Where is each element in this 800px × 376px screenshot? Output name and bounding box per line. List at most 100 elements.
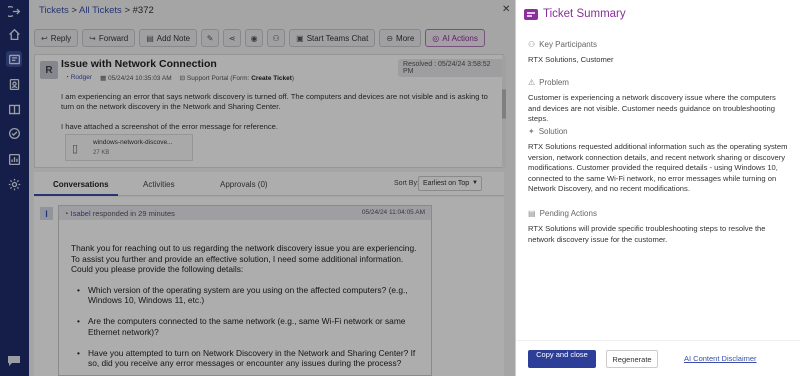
panel-title: Ticket Summary — [543, 8, 626, 20]
tab-activities[interactable]: Activities — [143, 180, 175, 189]
portal-icon: ⊟ — [179, 75, 187, 82]
tickets-icon[interactable] — [6, 51, 22, 67]
status-badge: Resolved : 05/24/24 3:58:52 PM — [398, 59, 503, 77]
question-list: Which version of the operating system ar… — [71, 285, 421, 369]
pending-heading: Pending Actions — [539, 209, 597, 218]
attachment[interactable]: ▯ windows-network-discove... 27 KB — [65, 134, 193, 161]
conversation-list: I ◔ Isabel responded in 29 minutes 05/24… — [34, 197, 504, 376]
conversation-marker: I — [40, 207, 53, 220]
contacts-icon[interactable] — [6, 76, 22, 92]
tab-bar: Conversations Activities Approvals (0) S… — [34, 172, 504, 196]
chevron-down-icon: ▼ — [472, 180, 478, 186]
message-card: ◔ Isabel responded in 29 minutes 05/24/2… — [58, 205, 432, 376]
more-label: More — [396, 33, 415, 43]
scrollbar[interactable] — [502, 55, 506, 169]
tasks-icon[interactable] — [6, 125, 22, 141]
forward-button[interactable]: ↪ Forward — [82, 29, 136, 47]
participants-text: RTX Solutions, Customer — [528, 55, 614, 64]
teams-chat-button[interactable]: ▣ Start Teams Chat — [289, 29, 376, 47]
add-user-icon: ⚇ — [272, 33, 280, 43]
file-icon: ▯ — [72, 143, 79, 155]
calendar-icon: ▦ — [100, 75, 109, 82]
chat-icon[interactable] — [7, 355, 21, 367]
home-icon[interactable] — [6, 26, 22, 42]
ticket-body-paragraph: I am experiencing an error that says net… — [61, 92, 488, 111]
share-button[interactable]: ⋖ — [223, 29, 242, 47]
watch-button[interactable]: ◉ — [245, 29, 264, 47]
list-item: Have you attempted to turn on Network Di… — [77, 348, 421, 369]
breadcrumb-separator: > — [121, 5, 133, 16]
ai-disclaimer-link[interactable]: AI Content Disclaimer — [684, 354, 757, 363]
teams-icon: ▣ — [296, 33, 304, 43]
panel-footer: Copy and close Regenerate AI Content Dis… — [516, 340, 800, 376]
more-button[interactable]: ⊖ More — [379, 29, 422, 47]
solution-heading: Solution — [538, 127, 568, 136]
left-nav — [0, 0, 29, 376]
forward-icon: ↪ — [89, 33, 96, 43]
reply-button[interactable]: ↩ Reply — [34, 29, 79, 47]
section-heading: ⚠ Problem — [528, 78, 569, 87]
ai-icon: ◎ — [432, 33, 440, 43]
attachment-size: 27 KB — [93, 150, 110, 156]
pencil-icon: ✎ — [206, 33, 214, 43]
regenerate-button[interactable]: Regenerate — [606, 350, 658, 368]
tab-conversations[interactable]: Conversations — [53, 180, 109, 189]
message-body: Thank you for reaching out to us regardi… — [71, 243, 421, 376]
pending-icon: ▤ — [528, 209, 536, 218]
breadcrumb-separator: > — [68, 5, 80, 16]
portal-suffix: ) — [291, 75, 295, 82]
people-icon: ⚇ — [528, 40, 536, 49]
add-note-button[interactable]: ▤ Add Note — [139, 29, 198, 47]
add-user-button[interactable]: ⚇ — [267, 29, 286, 47]
message-paragraph: Thank you for reaching out to us regardi… — [71, 243, 417, 274]
agent-name[interactable]: Isabel — [71, 209, 91, 218]
portal-prefix: Support Portal (Form: — [186, 75, 252, 82]
close-icon[interactable]: ✕ — [502, 4, 510, 15]
add-note-label: Add Note — [156, 33, 191, 43]
list-item: Are the computers connected to the same … — [77, 316, 421, 337]
section-heading: ⚇ Key Participants — [528, 40, 597, 49]
breadcrumb-current: #372 — [132, 5, 154, 16]
ticket-view: Tickets > All Tickets > #372 ✕ ↩ Reply ↪ F… — [29, 0, 515, 376]
lightbulb-icon: ✦ — [528, 127, 535, 136]
breadcrumb-tickets[interactable]: Tickets — [39, 5, 69, 16]
share-icon: ⋖ — [228, 33, 236, 43]
toolbar: ↩ Reply ↪ Forward ▤ Add Note ✎ ⋖ ◉ ⚇ ▣ Start… — [34, 29, 485, 48]
ai-actions-label: AI Actions — [442, 33, 478, 43]
forward-label: Forward — [98, 33, 129, 43]
tab-approvals[interactable]: Approvals (0) — [220, 180, 268, 189]
ticket-body-paragraph: I have attached a screenshot of the erro… — [61, 122, 278, 131]
attachment-name: windows-network-discove... — [93, 139, 173, 146]
active-tab-indicator — [34, 194, 118, 196]
ai-actions-button[interactable]: ◎ AI Actions — [425, 29, 485, 47]
reply-icon: ↩ — [41, 33, 48, 43]
eye-icon: ◉ — [250, 33, 258, 43]
edit-button[interactable]: ✎ — [201, 29, 220, 47]
copy-and-close-button[interactable]: Copy and close — [528, 350, 596, 368]
more-icon: ⊖ — [386, 33, 394, 43]
breadcrumb-all-tickets[interactable]: All Tickets — [79, 5, 122, 16]
knowledge-base-icon[interactable] — [6, 101, 22, 117]
problem-heading: Problem — [539, 78, 569, 87]
reply-label: Reply — [50, 33, 72, 43]
portal-form: Create Ticket — [251, 75, 292, 82]
list-item: Which version of the operating system ar… — [77, 285, 421, 306]
teams-chat-label: Start Teams Chat — [306, 33, 369, 43]
ticket-summary-panel: Ticket Summary ⚇ Key Participants RTX Sol… — [515, 0, 800, 376]
message-header: ◔ Isabel responded in 29 minutes 05/24/2… — [59, 206, 431, 220]
section-heading: ▤ Pending Actions — [528, 209, 597, 218]
solution-text: RTX Solutions requested additional infor… — [528, 142, 788, 193]
agent-icon: ◔ — [64, 209, 71, 218]
scrollbar-thumb[interactable] — [502, 89, 506, 119]
response-time: responded in 29 minutes — [90, 209, 175, 218]
ticket-title: Issue with Network Connection — [61, 58, 217, 70]
ticket-meta: ◔ Rodger ▦ 05/24/24 10:35:03 AM ⊟ Suppor… — [65, 74, 294, 82]
reports-icon[interactable] — [6, 151, 22, 167]
settings-icon[interactable] — [6, 176, 22, 192]
breadcrumb: Tickets > All Tickets > #372 — [39, 5, 154, 16]
sender-name[interactable]: Rodger — [71, 74, 92, 81]
problem-text: Customer is experiencing a network disco… — [528, 93, 776, 123]
sort-select[interactable]: Earliest on Top ▼ — [418, 176, 482, 191]
sort-value: Earliest on Top — [423, 180, 470, 187]
logout-icon[interactable] — [6, 3, 22, 19]
